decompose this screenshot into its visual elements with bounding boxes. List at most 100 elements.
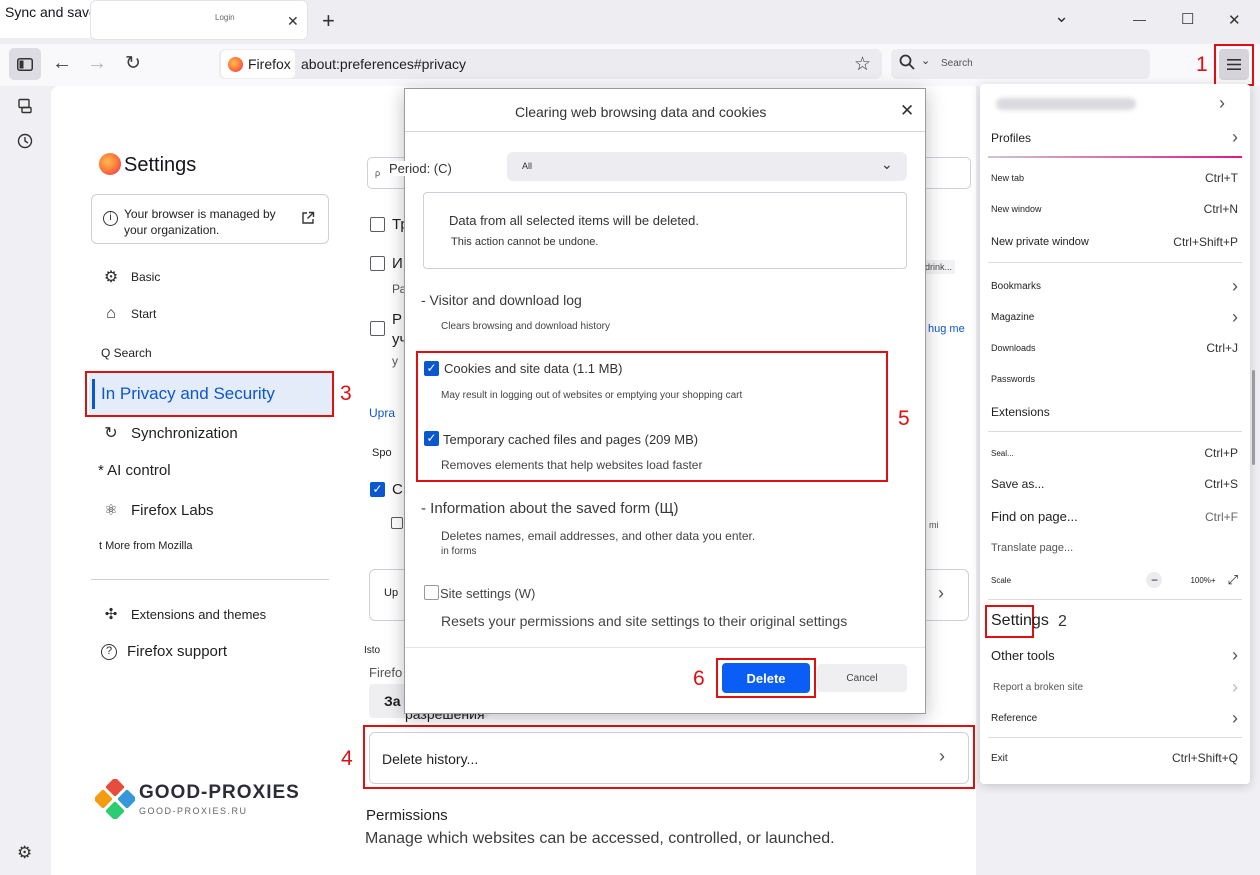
menu-save-as[interactable]: Save as... Ctrl+S [991,477,1238,491]
menu-downloads-label: Downloads [991,343,1036,353]
account-chevron-icon: › [1219,93,1225,113]
zoom-out-button[interactable]: − [1146,572,1163,588]
account-row-blurred[interactable] [996,98,1136,110]
history-clock-icon[interactable] [17,133,33,154]
new-tab-button[interactable]: + [322,8,335,34]
bg-fragment-11: Isto [364,645,381,656]
forward-arrow-icon[interactable]: → [84,50,110,76]
dialog-close-icon[interactable]: ✕ [900,101,914,121]
chevron-right-icon: › [939,746,945,766]
managed-notice[interactable]: i Your browser is managed by your organi… [91,194,329,244]
menu-new-private-window[interactable]: New private window Ctrl+Shift+P [991,235,1238,249]
chevron-right-icon: › [1232,127,1238,147]
nav-extensions[interactable]: ✣ Extensions and themes [101,605,266,623]
menu-passwords[interactable]: Passwords [991,374,1238,384]
url-text[interactable]: about:preferences#privacy [301,56,466,72]
cookies-label[interactable]: Cookies and site data (1.1 MB) [444,361,622,376]
nav-ai-label: * AI control [98,462,171,479]
menu-exit-label: Exit [991,752,1008,764]
nav-labs[interactable]: ⚛ Firefox Labs [101,501,213,520]
nav-start[interactable]: ⌂ Start [101,305,156,323]
menu-settings[interactable]: Settings [991,612,1238,630]
bg-fragment-16[interactable]: hug me [928,323,965,335]
bg-checkbox-1[interactable] [370,217,385,232]
delete-button[interactable]: Delete [722,663,810,693]
bg-checkbox-2[interactable] [370,256,385,271]
cache-checkbox[interactable]: ✓ [424,431,439,446]
cancel-button[interactable]: Cancel [817,664,907,692]
visitor-log-desc: Clears browsing and download history [441,321,610,332]
search-engine-chevron-icon[interactable]: ⌄ [921,54,930,67]
tab-2[interactable]: Login ✕ [90,0,308,40]
period-select[interactable]: All ⌄ [507,152,907,181]
menu-report-broken-site[interactable]: Report a broken site › [991,677,1238,698]
tab-close-icon[interactable]: ✕ [287,13,299,30]
nav-search[interactable]: Q Search [101,346,152,360]
menu-downloads-shortcut: Ctrl+J [1206,341,1238,355]
menu-passwords-label: Passwords [991,374,1036,384]
address-bar[interactable]: Firefox about:preferences#privacy ☆ [219,49,882,79]
page-title: Settings [124,154,197,176]
nav-more-mozilla[interactable]: t More from Mozilla [99,540,193,552]
nav-support[interactable]: ? Firefox support [101,643,227,660]
menu-new-window[interactable]: New window Ctrl+N [991,202,1238,216]
customize-gear-icon[interactable]: ⚙ [17,843,32,863]
search-input[interactable]: Search [941,58,973,69]
bg-fragment-search-glyph: ρ [375,168,381,178]
menu-reference[interactable]: Reference › [991,708,1238,729]
page-scrollbar[interactable] [1252,370,1255,465]
back-arrow-icon[interactable]: ← [49,50,75,76]
nav-ai[interactable]: * AI control [98,462,171,479]
bg-checkbox-5[interactable] [391,517,403,529]
search-bar[interactable]: ⌄ Search [891,49,1150,79]
menu-new-tab-shortcut: Ctrl+T [1205,171,1238,185]
menu-print[interactable]: Seal... Ctrl+P [991,446,1238,460]
bg-fragment-12: Firefo [369,665,403,680]
delete-history-button[interactable]: Delete history... › [369,732,969,784]
bg-checkbox-3[interactable] [370,321,385,336]
app-menu-button[interactable] [1219,49,1249,80]
bg-fragment-7[interactable]: Upra [369,406,395,420]
nav-basic[interactable]: ⚙ Basic [101,267,161,287]
nav-search-label: Q Search [101,346,152,360]
zoom-level[interactable]: 100%+ [1190,576,1215,585]
cache-label[interactable]: Temporary cached files and pages (209 MB… [443,432,698,447]
list-tabs-icon[interactable]: ⌄ [1054,6,1069,27]
menu-magazine[interactable]: Magazine › [991,307,1238,328]
nav-sync[interactable]: ↻ Synchronization [101,423,237,443]
menu-find[interactable]: Find on page... Ctrl+F [991,509,1238,524]
menu-bookmarks[interactable]: Bookmarks › [991,276,1238,297]
profile-accent-line [988,156,1242,158]
warning-box: Data from all selected items will be del… [423,192,907,269]
menu-exit[interactable]: Exit Ctrl+Shift+Q [991,751,1238,765]
minimize-button[interactable]: — [1133,12,1146,27]
annotation-4: 4 [341,747,353,770]
menu-other-tools[interactable]: Other tools › [991,645,1238,666]
bg-checkbox-4[interactable]: ✓ [370,482,385,497]
close-window-button[interactable]: ✕ [1228,11,1241,29]
sidebar-toggle-icon[interactable] [9,48,41,80]
menu-separator [988,262,1242,263]
fullscreen-icon[interactable]: ⤢ [1228,572,1238,588]
chevron-right-icon: › [1232,307,1238,327]
menu-new-tab[interactable]: New tab Ctrl+T [991,171,1238,185]
open-external-icon [301,211,315,230]
menu-new-tab-label: New tab [991,173,1025,183]
menu-extensions[interactable]: Extensions [991,405,1238,419]
site-settings-label[interactable]: Site settings (W) [440,586,535,601]
menu-other-tools-label: Other tools [991,648,1055,663]
menu-translate[interactable]: Translate page... [991,542,1238,554]
bookmark-star-icon[interactable]: ☆ [854,53,871,76]
site-settings-checkbox[interactable] [424,585,439,600]
cookies-checkbox[interactable]: ✓ [424,361,439,376]
help-icon: ? [101,643,117,660]
bg-fragment-8: Spo [372,447,392,459]
nav-privacy[interactable]: In Privacy and Security [101,384,275,404]
reload-icon[interactable]: ↻ [120,50,146,76]
menu-downloads[interactable]: Downloads Ctrl+J [991,341,1238,355]
menu-profiles[interactable]: Profiles › [991,127,1238,148]
nav-basic-label: Basic [131,270,161,284]
synced-tabs-icon[interactable] [17,98,33,119]
maximize-button[interactable]: ☐ [1181,10,1194,28]
bg-row-chevron-icon: › [938,583,944,603]
